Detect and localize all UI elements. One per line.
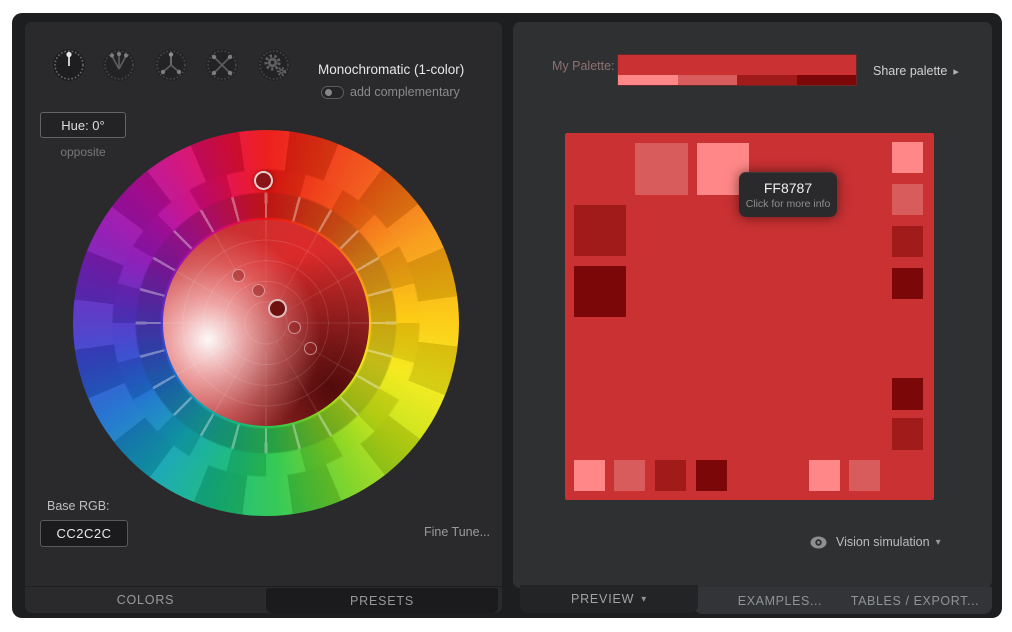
- my-palette-label: My Palette:: [552, 59, 615, 73]
- app-window: Monochromatic (1-color) add complementar…: [12, 13, 1002, 618]
- base-rgb-label: Base RGB:: [47, 499, 110, 513]
- scheme-tetrad-knob-icon[interactable]: [205, 48, 239, 82]
- scheme-freestyle-gears-icon[interactable]: [257, 48, 291, 82]
- disc-polar-grid: [163, 220, 369, 426]
- right-tab-bar: EXAMPLES... TABLES / EXPORT...: [694, 587, 992, 614]
- vision-simulation-control[interactable]: Vision simulation ▾: [810, 535, 941, 549]
- left-tab-bar: COLORS PRESETS: [25, 586, 502, 613]
- palette-strip-segment[interactable]: [797, 75, 857, 85]
- variant-color-marker[interactable]: [304, 342, 317, 355]
- color-tooltip[interactable]: FF8787 Click for more info: [739, 172, 837, 217]
- share-palette-link[interactable]: Share palette▸: [873, 64, 959, 78]
- color-wheel-panel: Monochromatic (1-color) add complementar…: [25, 22, 502, 613]
- fine-tune-link[interactable]: Fine Tune...: [424, 525, 490, 539]
- tab-colors[interactable]: COLORS: [25, 587, 266, 613]
- palette-strip-main-color[interactable]: [618, 55, 856, 75]
- eye-icon: [810, 536, 827, 549]
- variant-color-marker[interactable]: [288, 321, 301, 334]
- palette-strip-segment[interactable]: [678, 75, 738, 85]
- scheme-monochromatic-knob-icon[interactable]: [52, 48, 86, 82]
- preview-color-square[interactable]: [892, 142, 923, 173]
- base-color-marker[interactable]: [268, 299, 287, 318]
- caret-down-icon: ▾: [936, 537, 941, 548]
- tab-preview[interactable]: PREVIEW ▾: [520, 585, 698, 613]
- preview-color-square[interactable]: [892, 268, 923, 299]
- preview-color-square[interactable]: [809, 460, 840, 491]
- vision-simulation-label: Vision simulation: [836, 535, 930, 549]
- add-complementary-toggle[interactable]: [321, 86, 344, 99]
- preview-color-square[interactable]: [892, 418, 923, 450]
- preview-color-square[interactable]: [892, 226, 923, 257]
- preview-color-square[interactable]: [574, 460, 605, 491]
- preview-color-square[interactable]: [892, 378, 923, 410]
- tooltip-hint: Click for more info: [746, 198, 831, 210]
- scheme-title: Monochromatic (1-color): [318, 62, 498, 77]
- variant-color-marker[interactable]: [252, 284, 265, 297]
- preview-color-square[interactable]: [655, 460, 686, 491]
- base-rgb-input[interactable]: [40, 520, 128, 547]
- palette-strip-segment[interactable]: [618, 75, 678, 85]
- scheme-triad-knob-icon[interactable]: [154, 48, 188, 82]
- palette-strip[interactable]: [618, 55, 856, 85]
- tab-tables-export[interactable]: TABLES / EXPORT...: [844, 587, 986, 614]
- tab-examples[interactable]: EXAMPLES...: [724, 587, 836, 614]
- variant-color-marker[interactable]: [232, 269, 245, 282]
- add-complementary-label: add complementary: [350, 85, 460, 99]
- preview-color-square[interactable]: [574, 205, 626, 256]
- hue-marker[interactable]: [254, 171, 273, 190]
- tab-presets[interactable]: PRESETS: [266, 588, 498, 613]
- preview-panel: My Palette: Share palette▸ FF8787 Click …: [513, 22, 992, 588]
- share-arrow-icon: ▸: [953, 66, 959, 78]
- tooltip-hex-value: FF8787: [764, 180, 812, 196]
- preview-color-square[interactable]: [574, 266, 626, 317]
- palette-preview-canvas[interactable]: FF8787 Click for more info: [565, 133, 934, 500]
- preview-color-square[interactable]: [635, 143, 688, 195]
- preview-color-square[interactable]: [614, 460, 645, 491]
- color-wheel[interactable]: [73, 130, 459, 516]
- toggle-dot-icon: [325, 89, 332, 96]
- preview-color-square[interactable]: [696, 460, 727, 491]
- add-complementary-row[interactable]: add complementary: [321, 85, 460, 99]
- caret-down-icon: ▾: [641, 594, 647, 605]
- palette-strip-segment[interactable]: [737, 75, 797, 85]
- preview-color-square[interactable]: [892, 184, 923, 215]
- preview-color-square[interactable]: [849, 460, 880, 491]
- scheme-adjacent-knob-icon[interactable]: [102, 48, 136, 82]
